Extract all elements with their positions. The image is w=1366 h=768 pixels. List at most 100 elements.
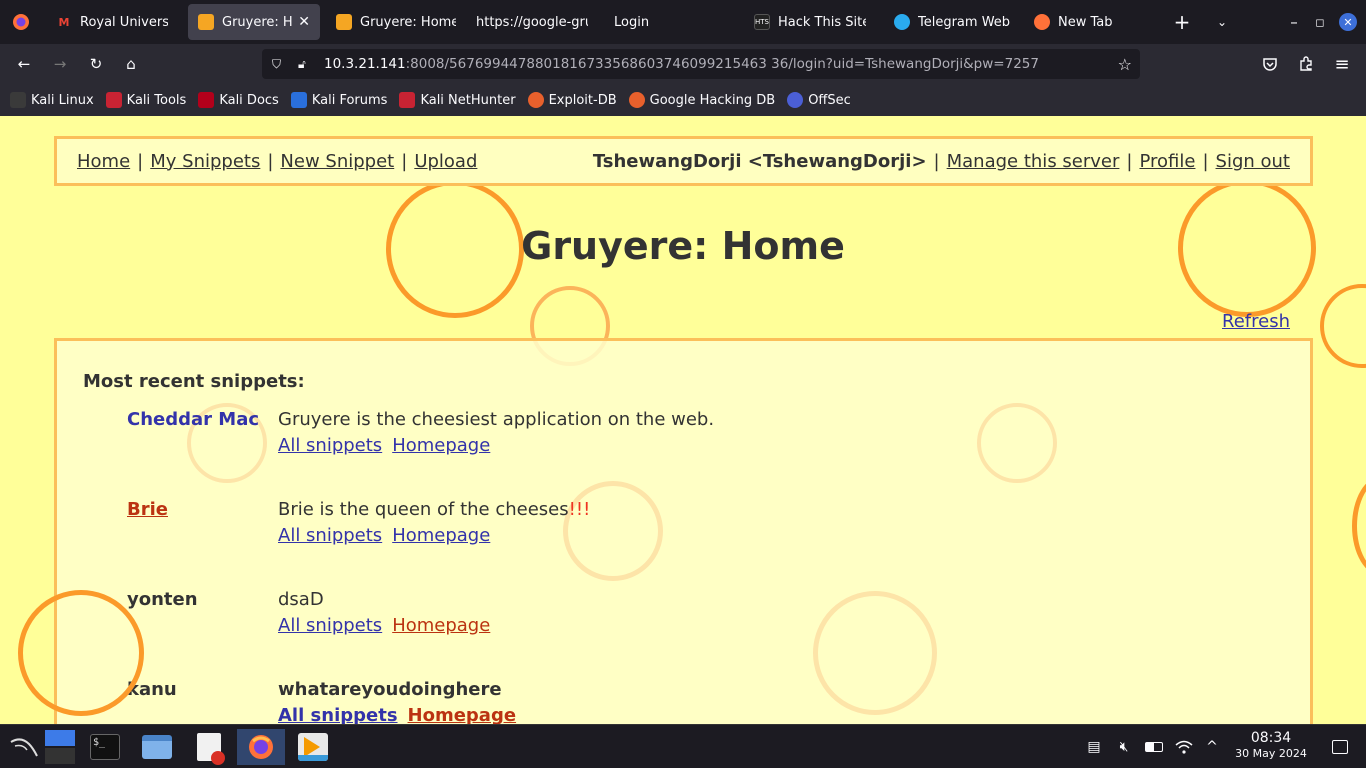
tab-telegram[interactable]: Telegram Web: [884, 4, 1020, 40]
all-snippets-link[interactable]: All snippets: [278, 435, 382, 456]
url-path: :8008/5676994478801816733568603746099215…: [405, 56, 1039, 72]
clock-time: 08:34: [1250, 730, 1292, 746]
menu-right: TshewangDorji <TshewangDorji> | Manage thi…: [593, 151, 1290, 172]
burpsuite-icon[interactable]: [289, 729, 337, 765]
shield-icon[interactable]: ⛉: [272, 57, 286, 72]
kali-menu-icon[interactable]: [0, 729, 48, 765]
pocket-icon[interactable]: [1256, 50, 1284, 78]
list-all-tabs-icon[interactable]: ⌄: [1208, 8, 1236, 36]
homepage-link[interactable]: Homepage: [408, 705, 517, 724]
reload-icon[interactable]: ↻: [82, 50, 110, 78]
minimize-icon[interactable]: –: [1280, 8, 1308, 36]
tab-login[interactable]: Login: [604, 4, 724, 40]
extensions-icon[interactable]: [1292, 50, 1320, 78]
firefox-menu-icon[interactable]: [7, 8, 35, 36]
tab-new-tab[interactable]: New Tab: [1024, 4, 1156, 40]
my-snippets-link[interactable]: My Snippets: [150, 151, 260, 172]
snippet-author-link[interactable]: Brie: [127, 499, 168, 520]
bookmark-star-icon[interactable]: ☆: [1118, 55, 1132, 74]
homepage-link[interactable]: Homepage: [392, 525, 490, 546]
tab-google-gruyere[interactable]: https://google-gru: [466, 4, 598, 40]
tab-strip: M Royal University Gruyere: Hon ✕ Gruyer…: [0, 0, 1366, 44]
maximize-icon[interactable]: ◻: [1306, 8, 1334, 36]
offsec-icon: [787, 92, 804, 108]
kali-forums-icon: [290, 92, 307, 108]
hamburger-menu-icon[interactable]: ≡: [1328, 50, 1356, 78]
volume-muted-icon[interactable]: 🔇︎: [1114, 737, 1134, 757]
homepage-link[interactable]: Homepage: [392, 615, 490, 636]
home-icon[interactable]: ⌂: [117, 50, 145, 78]
recent-snippets-heading: Most recent snippets:: [83, 371, 305, 392]
all-snippets-link[interactable]: All snippets: [278, 525, 382, 546]
homepage-link[interactable]: Homepage: [392, 435, 490, 456]
tab-label: New Tab: [1058, 14, 1113, 30]
tab-gruyere-home[interactable]: Gruyere: Home: [326, 4, 466, 40]
ghdb-icon: [628, 92, 645, 108]
tab-royal-university[interactable]: M Royal University: [46, 4, 178, 40]
refresh-link[interactable]: Refresh: [1222, 311, 1290, 332]
page-title: Gruyere: Home: [521, 224, 845, 268]
show-desktop-icon[interactable]: [1330, 737, 1350, 757]
manage-server-link[interactable]: Manage this server: [947, 151, 1120, 172]
home-link[interactable]: Home: [77, 151, 130, 172]
menu-separator: |: [137, 150, 144, 172]
lock-warning-icon[interactable]: 🔓︎: [298, 57, 312, 72]
file-manager-icon[interactable]: [133, 729, 181, 765]
web-page: Home | My Snippets | New Snippet | Upload Tshe…: [0, 116, 1366, 724]
wifi-icon[interactable]: [1174, 737, 1194, 757]
clock-date: 30 May 2024: [1235, 747, 1307, 760]
profile-link[interactable]: Profile: [1139, 151, 1195, 172]
bookmark-label: Exploit-DB: [548, 92, 617, 108]
decorative-ring: [1352, 476, 1366, 576]
bookmark-kali-forums[interactable]: Kali Forums: [290, 92, 388, 108]
all-snippets-link[interactable]: All snippets: [278, 705, 398, 724]
bookmark-kali-docs[interactable]: Kali Docs: [198, 92, 279, 108]
decorative-ring: [563, 481, 663, 581]
text-editor-icon[interactable]: [185, 729, 233, 765]
new-snippet-link[interactable]: New Snippet: [280, 151, 394, 172]
recent-snippets-panel: Most recent snippets: Cheddar Mac Gruyer…: [54, 338, 1313, 724]
clock[interactable]: 08:34 30 May 2024: [1230, 731, 1312, 761]
current-user: TshewangDorji <TshewangDorji>: [592, 150, 927, 172]
bookmark-kali-linux[interactable]: Kali Linux: [10, 92, 94, 108]
decorative-ring: [18, 590, 144, 716]
battery-icon[interactable]: [1144, 737, 1164, 757]
bookmark-exploit-db[interactable]: Exploit-DB: [527, 92, 617, 108]
firefox-icon: [1034, 14, 1050, 30]
gruyere-icon: [198, 14, 214, 30]
new-tab-icon[interactable]: +: [1168, 8, 1196, 36]
terminal-icon[interactable]: $_: [81, 729, 129, 765]
snippet-links: All snippets Homepage: [278, 615, 500, 636]
close-tab-icon[interactable]: ✕: [298, 14, 310, 30]
tray-expand-icon[interactable]: ^: [1202, 737, 1222, 757]
url-bar[interactable]: ⛉ 🔓︎ 10.3.21.141:8008/567699447880181673…: [262, 49, 1140, 79]
sign-out-link[interactable]: Sign out: [1216, 151, 1290, 172]
all-snippets-link[interactable]: All snippets: [278, 615, 382, 636]
gmail-icon: M: [58, 15, 70, 29]
bookmark-kali-tools[interactable]: Kali Tools: [105, 92, 186, 108]
snippet-author-link[interactable]: Cheddar Mac: [127, 409, 259, 430]
tab-label: Hack This Site: [778, 14, 866, 30]
firefox-taskbar-icon[interactable]: [237, 729, 285, 765]
bookmark-google-hacking-db[interactable]: Google Hacking DB: [628, 92, 775, 108]
close-window-icon[interactable]: ✕: [1334, 8, 1362, 36]
tab-label: Login: [614, 14, 650, 30]
tab-hack-this-site[interactable]: HTS Hack This Site: [744, 4, 876, 40]
clipboard-icon[interactable]: ▤: [1084, 737, 1104, 757]
tab-gruyere-active[interactable]: Gruyere: Hon ✕: [188, 4, 320, 40]
back-arrow-icon[interactable]: ←: [10, 50, 38, 78]
menu-separator: |: [1126, 150, 1133, 172]
upload-link[interactable]: Upload: [414, 151, 477, 172]
url-text: 10.3.21.141:8008/56769944788018167335686…: [324, 56, 1039, 72]
menu-separator: |: [933, 150, 940, 172]
snippet-text: Gruyere is the cheesiest application on …: [278, 409, 715, 430]
snippet-text: Brie is the queen of the cheeses: [278, 499, 569, 520]
bookmark-kali-nethunter[interactable]: Kali NetHunter: [399, 92, 516, 108]
bookmark-label: Kali Forums: [311, 92, 388, 108]
exploit-db-icon: [527, 92, 544, 108]
workspace-switcher-icon[interactable]: [44, 729, 76, 765]
menu-separator: |: [1202, 150, 1209, 172]
bookmark-offsec[interactable]: OffSec: [787, 92, 851, 108]
top-menu-bar: Home | My Snippets | New Snippet | Upload Tshe…: [54, 136, 1313, 186]
forward-arrow-icon[interactable]: →: [46, 50, 74, 78]
